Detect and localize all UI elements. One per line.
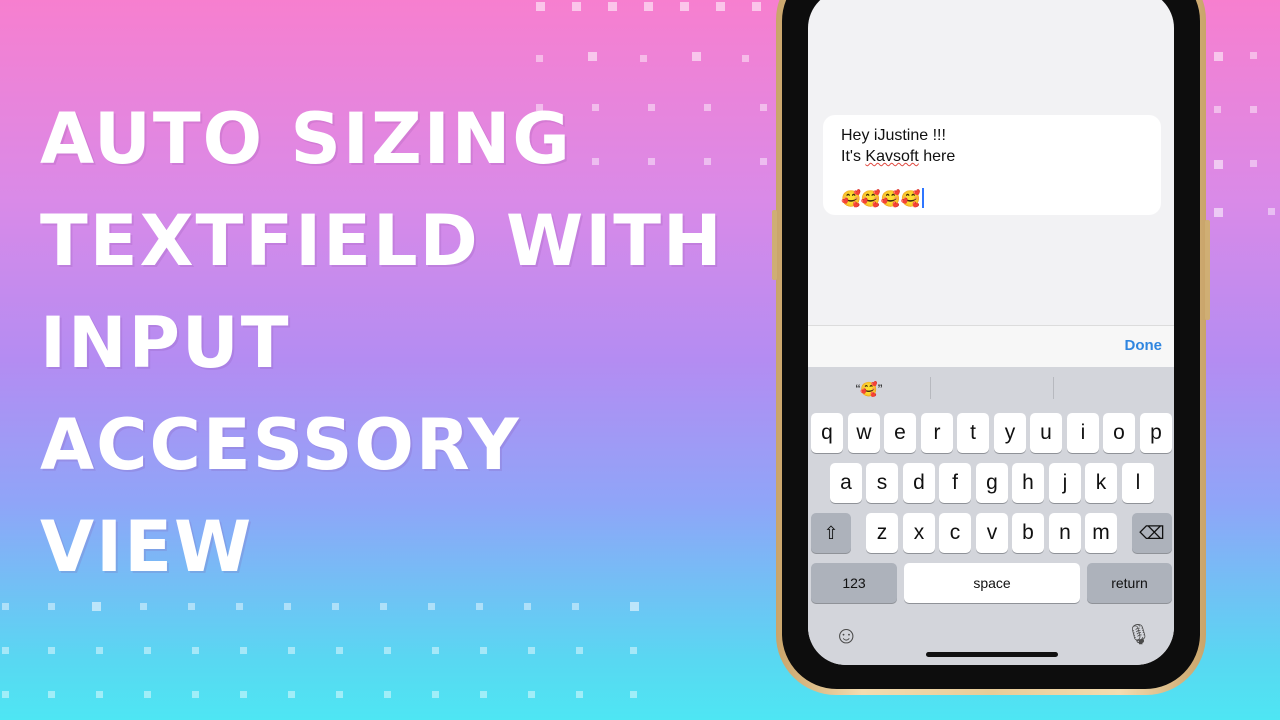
key-l[interactable]: l	[1122, 463, 1154, 503]
misspelled-word: Kavsoft	[865, 148, 919, 165]
text-line-emoji: 🥰🥰🥰🥰	[841, 188, 1143, 210]
key-y[interactable]: y	[994, 413, 1026, 453]
key-o[interactable]: o	[1103, 413, 1135, 453]
key-i[interactable]: i	[1067, 413, 1099, 453]
phone-bezel: Hey iJustine !!! It's Kavsoft here 🥰🥰🥰🥰 …	[782, 0, 1200, 689]
return-key[interactable]: return	[1087, 563, 1172, 603]
space-key[interactable]: space	[904, 563, 1080, 603]
headline-line-1: Auto Sizing	[40, 98, 572, 180]
numbers-key[interactable]: 123	[811, 563, 897, 603]
key-g[interactable]: g	[976, 463, 1008, 503]
key-u[interactable]: u	[1030, 413, 1062, 453]
key-p[interactable]: p	[1140, 413, 1172, 453]
volume-button	[772, 210, 777, 280]
shift-key[interactable]: ⇧	[811, 513, 851, 553]
key-c[interactable]: c	[939, 513, 971, 553]
suggestion-bar: “🥰”	[808, 367, 1174, 407]
emoji-icon[interactable]: ☺	[834, 622, 859, 650]
key-j[interactable]: j	[1049, 463, 1081, 503]
input-accessory-toolbar: Done	[808, 325, 1174, 368]
headline-line-3: Input	[40, 302, 291, 384]
suggestion-2[interactable]	[931, 367, 1053, 407]
text-field[interactable]: Hey iJustine !!! It's Kavsoft here 🥰🥰🥰🥰	[823, 115, 1161, 215]
key-z[interactable]: z	[866, 513, 898, 553]
key-t[interactable]: t	[957, 413, 989, 453]
key-s[interactable]: s	[866, 463, 898, 503]
headline-line-2: TextField with	[40, 200, 724, 282]
key-a[interactable]: a	[830, 463, 862, 503]
key-x[interactable]: x	[903, 513, 935, 553]
dot-grid-bottom-left	[0, 595, 700, 720]
headline-line-5: View	[40, 506, 254, 588]
home-indicator	[926, 652, 1058, 657]
iphone-frame: Hey iJustine !!! It's Kavsoft here 🥰🥰🥰🥰 …	[772, 0, 1210, 695]
key-n[interactable]: n	[1049, 513, 1081, 553]
keyboard: “🥰” q w e r t y u i o p a s d f g h j k …	[808, 367, 1174, 665]
phone-screen: Hey iJustine !!! It's Kavsoft here 🥰🥰🥰🥰 …	[808, 0, 1174, 665]
key-h[interactable]: h	[1012, 463, 1044, 503]
suggestion-1[interactable]: “🥰”	[808, 367, 930, 407]
headline-line-4: Accessory	[40, 404, 521, 486]
suggestion-3[interactable]	[1054, 367, 1174, 407]
key-r[interactable]: r	[921, 413, 953, 453]
text-line-2: It's Kavsoft here	[841, 148, 956, 165]
power-button	[1205, 220, 1210, 320]
key-v[interactable]: v	[976, 513, 1008, 553]
key-d[interactable]: d	[903, 463, 935, 503]
delete-key[interactable]: ⌫	[1132, 513, 1172, 553]
key-k[interactable]: k	[1085, 463, 1117, 503]
text-line-1: Hey iJustine !!!	[841, 127, 946, 144]
text-caret	[921, 188, 924, 208]
microphone-icon[interactable]: 🎙	[1126, 622, 1151, 647]
key-b[interactable]: b	[1012, 513, 1044, 553]
key-f[interactable]: f	[939, 463, 971, 503]
key-q[interactable]: q	[811, 413, 843, 453]
key-w[interactable]: w	[848, 413, 880, 453]
headline: Auto Sizing TextField with Input Accesso…	[40, 88, 724, 598]
key-m[interactable]: m	[1085, 513, 1117, 553]
key-e[interactable]: e	[884, 413, 916, 453]
done-button[interactable]: Done	[1125, 337, 1163, 354]
